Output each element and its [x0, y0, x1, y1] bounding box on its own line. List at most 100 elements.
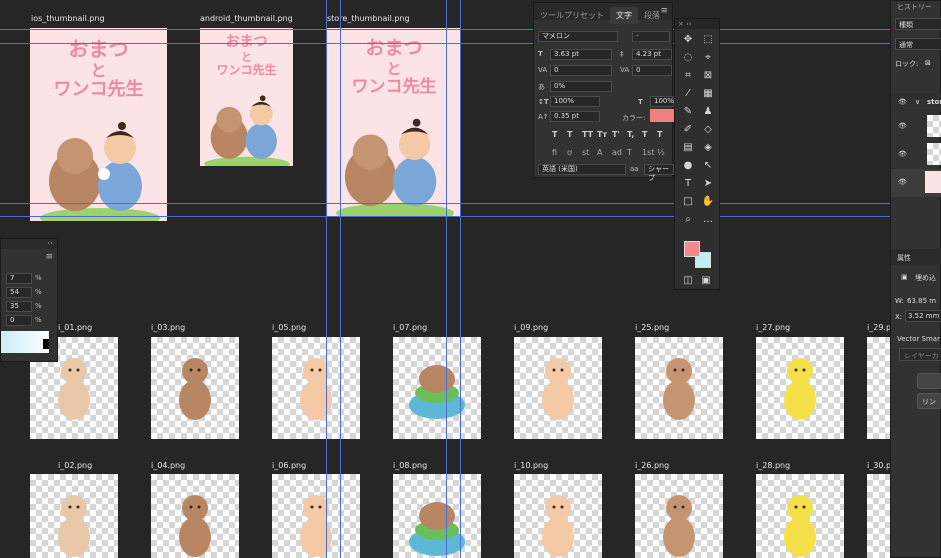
link-button[interactable]: リン: [917, 393, 941, 409]
image-tile[interactable]: [393, 337, 481, 439]
store-thumbnail[interactable]: おまつ と ワンコ先生: [327, 28, 461, 216]
type-tool-icon[interactable]: T: [681, 177, 695, 191]
gradient-tool-icon[interactable]: ▤: [681, 141, 695, 155]
tools-panel[interactable]: × ‹‹ ✥ ⬚ ◌ ⌖ ⌗ ⊠ ⁄ ▦ ✎ ♟ ✐ ◇ ▤ ◈ ● ↖ T ➤ □ ✋ ⌕ … ◫ ▣: [674, 18, 720, 290]
zoom-tool-icon[interactable]: ⌕: [681, 213, 695, 227]
image-tile[interactable]: [151, 474, 239, 558]
crop-tool-icon[interactable]: ⌗: [681, 69, 695, 83]
font-family-select[interactable]: マメロン: [538, 31, 618, 42]
text-style-button[interactable]: T': [612, 130, 620, 139]
text-style-button[interactable]: T: [552, 130, 557, 139]
document-canvas[interactable]: ios_thumbnail.png おまつ と ワンコ先生 android_th…: [0, 0, 941, 558]
marquee-tool-icon[interactable]: ⬚: [701, 33, 715, 47]
image-tile[interactable]: [393, 474, 481, 558]
baseline-shift-field[interactable]: 0.35 pt: [550, 111, 600, 122]
kerning-field[interactable]: 0: [550, 65, 612, 76]
opentype-button[interactable]: T: [627, 148, 632, 157]
text-style-button[interactable]: T: [642, 130, 647, 139]
image-tile[interactable]: [151, 337, 239, 439]
color-ramp[interactable]: [1, 331, 49, 353]
tracking-field[interactable]: 0: [632, 65, 672, 76]
image-tile[interactable]: [272, 337, 360, 439]
opentype-button[interactable]: ơ: [567, 148, 572, 157]
eyedropper-tool-icon[interactable]: ⁄: [681, 87, 695, 101]
opentype-button[interactable]: 1st: [642, 148, 654, 157]
character-panel[interactable]: ツールプリセット 文字 段落 ≡ マメロン - T 3.63 pt ‡ 4.23 p…: [533, 2, 674, 182]
visibility-eye-icon[interactable]: 👁: [898, 122, 907, 130]
android-thumbnail[interactable]: おまつ と ワンコ先生: [200, 28, 293, 166]
horizontal-scale-field[interactable]: 100%: [650, 96, 674, 107]
eraser-tool-icon[interactable]: ◇: [701, 123, 715, 137]
color-value-field[interactable]: 0: [6, 315, 32, 326]
visibility-eye-icon[interactable]: 👁: [898, 178, 907, 186]
panel-collapse-icon[interactable]: ‹‹: [1, 239, 57, 249]
screen-mode-icon[interactable]: ▣: [699, 274, 713, 288]
layer-group-row[interactable]: 👁 ∨ stor: [891, 93, 941, 111]
width-value[interactable]: 63.85 m: [907, 297, 936, 305]
leading-field[interactable]: 4.23 pt: [632, 49, 672, 60]
opentype-button[interactable]: fi: [552, 148, 557, 157]
tab-tool-presets[interactable]: ツールプリセット: [534, 7, 610, 24]
image-tile[interactable]: [514, 474, 602, 558]
color-panel[interactable]: ‹‹ ≡ 7 % 54 % 35 % 0 %: [0, 238, 58, 362]
pen-tool-icon[interactable]: ↖: [701, 159, 715, 173]
group-chevron-icon[interactable]: ∨: [915, 98, 920, 106]
visibility-eye-icon[interactable]: 👁: [898, 150, 907, 158]
panel-menu-icon[interactable]: ≡: [45, 252, 53, 262]
vertical-scale-field[interactable]: 100%: [550, 96, 600, 107]
path-select-icon[interactable]: ➤: [701, 177, 715, 191]
image-tile[interactable]: [30, 474, 118, 558]
tab-character[interactable]: 文字: [610, 7, 638, 24]
tsume-field[interactable]: 0%: [550, 81, 612, 92]
hand-tool-icon[interactable]: ✋: [701, 195, 715, 209]
layer-row[interactable]: 👁: [891, 113, 941, 141]
image-tile[interactable]: [635, 337, 723, 439]
right-panels[interactable]: ヒストリー 種類 通常 ロック: ⊠ 👁 ∨ stor 👁 👁 👁 属性 ▣ 埋…: [890, 0, 941, 558]
lock-transparent-icon[interactable]: ⊠: [925, 59, 931, 67]
image-tile[interactable]: [756, 337, 844, 439]
font-size-field[interactable]: 3.63 pt: [550, 49, 612, 60]
panel-menu-icon[interactable]: ≡: [660, 6, 668, 16]
color-value-field[interactable]: 54: [6, 287, 32, 298]
stamp-tool-icon[interactable]: ♟: [701, 105, 715, 119]
font-style-select[interactable]: -: [632, 31, 670, 42]
image-tile[interactable]: [272, 474, 360, 558]
opentype-button[interactable]: ad: [612, 148, 622, 157]
text-color-swatch[interactable]: [650, 109, 674, 122]
healing-brush-icon[interactable]: ✐: [681, 123, 695, 137]
color-value-field[interactable]: 7: [6, 273, 32, 284]
image-tile[interactable]: [635, 474, 723, 558]
more-tools-icon[interactable]: …: [701, 213, 715, 227]
blend-mode-select[interactable]: 通常: [895, 38, 941, 50]
layer-row-selected[interactable]: 👁: [891, 169, 941, 197]
opentype-button[interactable]: A: [597, 148, 602, 157]
image-tile[interactable]: [756, 474, 844, 558]
color-value-field[interactable]: 35: [6, 301, 32, 312]
ios-thumbnail[interactable]: おまつ と ワンコ先生: [30, 28, 167, 221]
dodge-tool-icon[interactable]: ●: [681, 159, 695, 173]
rectangle-tool-icon[interactable]: □: [681, 195, 695, 209]
opentype-button[interactable]: st: [582, 148, 589, 157]
blur-tool-icon[interactable]: ◈: [701, 141, 715, 155]
text-style-button[interactable]: T: [567, 130, 572, 139]
frame-alt-icon[interactable]: ▦: [701, 87, 715, 101]
opentype-button[interactable]: ½: [657, 148, 665, 157]
image-tile[interactable]: [867, 474, 927, 558]
layer-comp-select[interactable]: レイヤーカ: [899, 348, 941, 361]
brush-tool-icon[interactable]: ✎: [681, 105, 695, 119]
text-style-button[interactable]: Tт: [597, 130, 607, 139]
antialias-select[interactable]: シャープ: [644, 164, 674, 182]
language-select[interactable]: 英語 (米国): [538, 164, 626, 175]
move-tool-icon[interactable]: ✥: [681, 33, 695, 47]
layer-filter-search[interactable]: 種類: [895, 18, 941, 30]
layer-row[interactable]: 👁: [891, 141, 941, 169]
text-style-button[interactable]: T,: [627, 130, 634, 139]
image-tile[interactable]: [514, 337, 602, 439]
frame-tool-icon[interactable]: ⊠: [701, 69, 715, 83]
lasso-tool-icon[interactable]: ◌: [681, 51, 695, 65]
foreground-color-swatch[interactable]: [684, 241, 700, 257]
panel-collapse-icon[interactable]: × ‹‹: [675, 19, 719, 29]
text-style-button[interactable]: TT: [582, 130, 593, 139]
x-field[interactable]: 3.52 mm: [905, 310, 941, 322]
text-style-button[interactable]: T: [657, 130, 662, 139]
